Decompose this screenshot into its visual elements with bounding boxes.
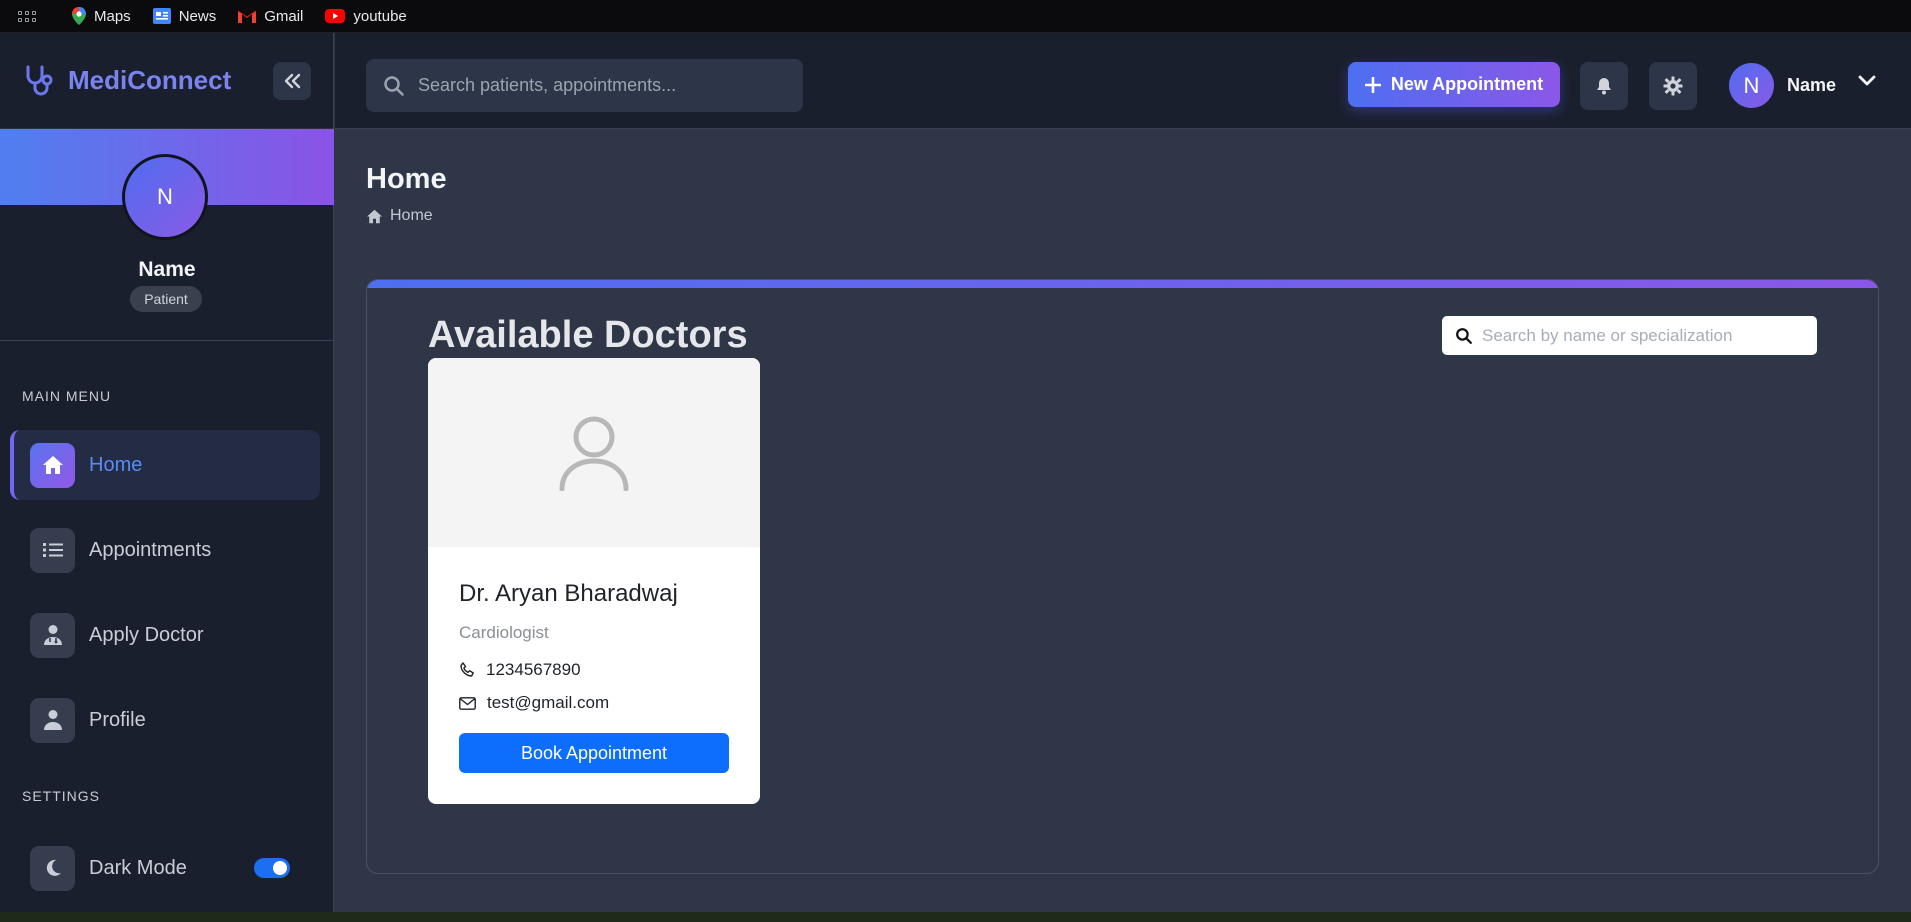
sidebar-item-profile[interactable]: Profile: [10, 685, 320, 755]
chevron-down-icon[interactable]: [1858, 75, 1876, 87]
search-input[interactable]: [418, 75, 778, 96]
user-placeholder-icon: [559, 416, 629, 491]
envelope-icon: [459, 696, 476, 710]
phone-icon: [460, 662, 474, 677]
new-appointment-button[interactable]: New Appointment: [1348, 62, 1560, 107]
home-icon: [367, 209, 382, 223]
doctor-phone-value: 1234567890: [486, 660, 581, 679]
panel-accent-strip: [367, 280, 1878, 288]
user-name[interactable]: Name: [1787, 75, 1836, 96]
home-icon: [30, 442, 75, 488]
plus-icon: [1364, 76, 1381, 93]
sidebar: MediConnect N Name Patient MAIN MENU Hom…: [0, 33, 334, 913]
user-avatar[interactable]: N: [1729, 63, 1774, 108]
gmail-icon: [238, 10, 257, 23]
settings-heading: SETTINGS: [22, 788, 101, 804]
top-header: New Appointment N Name: [335, 33, 1911, 129]
gear-icon: [1663, 76, 1683, 96]
main-menu-heading: MAIN MENU: [22, 388, 112, 404]
doctor-card: Dr. Aryan Bharadwaj Cardiologist 1234567…: [428, 358, 760, 804]
avatar[interactable]: N: [122, 154, 208, 240]
doctor-icon: [30, 612, 75, 658]
bookmark-label: News: [178, 7, 217, 25]
page-title: Home: [366, 163, 447, 195]
sidebar-item-home[interactable]: Home: [10, 430, 320, 500]
bookmark-maps[interactable]: Maps: [72, 7, 131, 25]
doctor-photo: [428, 358, 760, 547]
bookmark-gmail[interactable]: Gmail: [238, 8, 303, 25]
notifications-button[interactable]: [1580, 62, 1628, 110]
bell-icon: [1597, 78, 1611, 95]
sidebar-item-appointments[interactable]: Appointments: [10, 515, 320, 585]
sidebar-item-apply-doctor[interactable]: Apply Doctor: [10, 600, 320, 670]
user-icon: [30, 697, 75, 743]
search-icon: [384, 75, 404, 96]
doctor-specialization: Cardiologist: [459, 623, 549, 642]
breadcrumb-home-link[interactable]: Home: [390, 207, 433, 225]
global-search: [366, 59, 803, 112]
moon-icon: [30, 845, 75, 891]
collapse-sidebar-button[interactable]: [273, 61, 311, 100]
dark-mode-toggle[interactable]: [254, 858, 290, 878]
dark-mode-row: Dark Mode: [10, 833, 320, 903]
sidebar-item-label: Profile: [89, 708, 146, 731]
profile-name: Name: [138, 258, 196, 281]
doctor-email-value: test@gmail.com: [487, 693, 610, 712]
doctor-search: [1442, 316, 1817, 355]
news-icon: [152, 8, 171, 24]
taskbar-strip: [0, 912, 1911, 922]
maps-pin-icon: [72, 7, 86, 25]
dark-mode-label: Dark Mode: [89, 856, 187, 879]
sidebar-item-label: Apply Doctor: [89, 623, 204, 646]
breadcrumb: Home: [366, 207, 433, 225]
doctors-panel: Available Doctors Dr. Aryan Bharadwaj Ca…: [366, 279, 1879, 874]
profile-card: N Name Patient: [0, 129, 334, 341]
bookmark-label: youtube: [353, 7, 407, 25]
new-appointment-label: New Appointment: [1390, 74, 1544, 94]
apps-grid-icon[interactable]: [18, 10, 36, 22]
list-icon: [30, 527, 75, 573]
stethoscope-icon: [26, 65, 53, 95]
book-appointment-button[interactable]: Book Appointment: [459, 733, 729, 773]
bookmark-youtube[interactable]: youtube: [325, 7, 407, 25]
double-chevron-left-icon: [284, 73, 301, 88]
panel-title: Available Doctors: [428, 314, 748, 356]
bookmark-label: Maps: [94, 7, 131, 25]
doctor-email: test@gmail.com: [459, 693, 609, 713]
sidebar-item-label: Appointments: [89, 538, 212, 561]
bookmarks-bar: Maps News Gmail youtube: [0, 0, 1911, 33]
role-badge: Patient: [130, 286, 202, 312]
doctor-search-input[interactable]: [1482, 325, 1802, 346]
sidebar-item-label: Home: [89, 453, 143, 476]
brand: MediConnect: [0, 33, 333, 129]
settings-button[interactable]: [1649, 62, 1697, 110]
brand-name: MediConnect: [68, 65, 232, 95]
bookmark-news[interactable]: News: [152, 7, 217, 25]
bookmark-label: Gmail: [264, 7, 304, 25]
doctor-phone: 1234567890: [459, 660, 581, 680]
search-icon: [1456, 327, 1472, 344]
youtube-icon: [325, 9, 346, 23]
doctor-name: Dr. Aryan Bharadwaj: [459, 580, 678, 607]
